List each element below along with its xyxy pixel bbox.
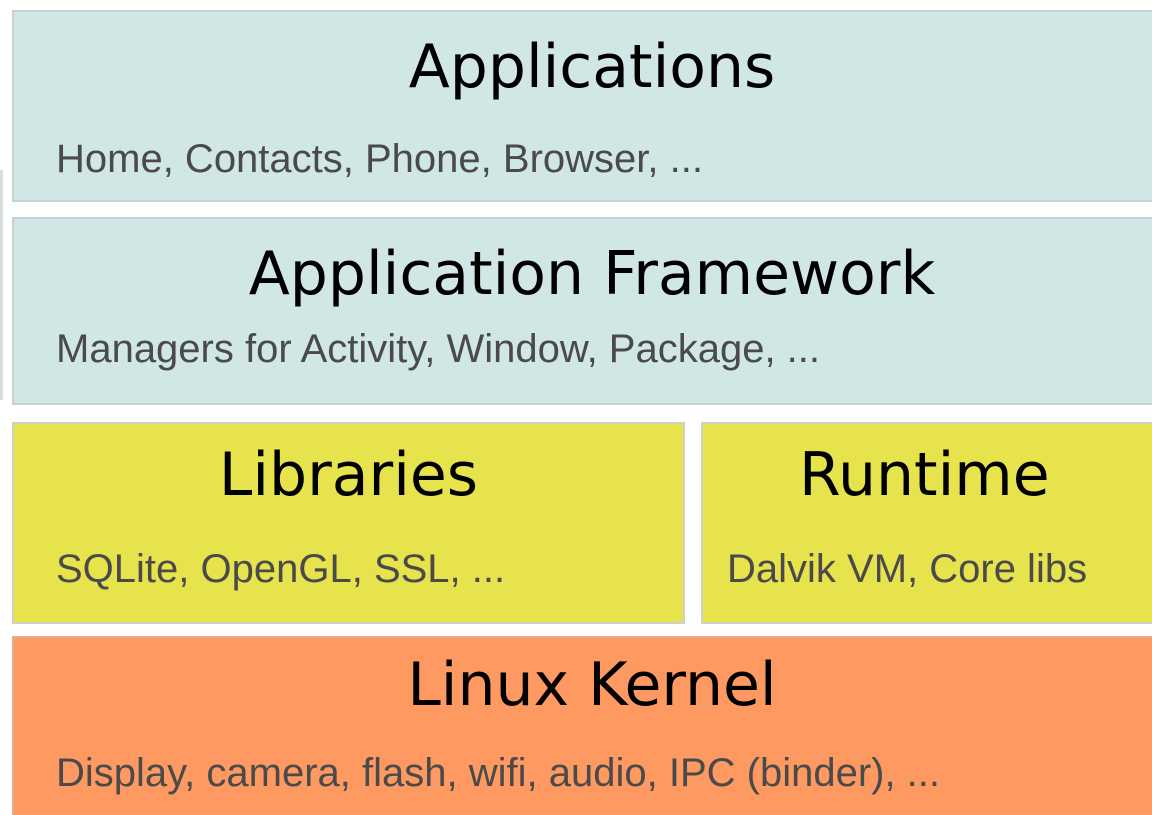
libraries-layer-description: SQLite, OpenGL, SSL, ... — [56, 547, 506, 591]
android-stack-diagram: Applications Home, Contacts, Phone, Brow… — [0, 0, 1152, 815]
libraries-layer: Libraries SQLite, OpenGL, SSL, ... — [12, 422, 685, 624]
applications-layer-description: Home, Contacts, Phone, Browser, ... — [56, 137, 703, 181]
runtime-layer: Runtime Dalvik VM, Core libs — [701, 422, 1152, 624]
application-framework-layer-title: Application Framework — [248, 239, 936, 309]
runtime-layer-title: Runtime — [799, 440, 1050, 510]
linux-kernel-layer-title: Linux Kernel — [407, 650, 777, 720]
linux-kernel-layer: Linux Kernel Display, camera, flash, wif… — [12, 636, 1152, 815]
linux-kernel-layer-description: Display, camera, flash, wifi, audio, IPC… — [56, 751, 941, 795]
applications-layer: Applications Home, Contacts, Phone, Brow… — [12, 10, 1152, 202]
application-framework-layer-description: Managers for Activity, Window, Package, … — [56, 327, 821, 371]
libraries-layer-title: Libraries — [218, 440, 479, 510]
runtime-layer-description: Dalvik VM, Core libs — [727, 547, 1088, 591]
applications-layer-title: Applications — [408, 32, 776, 102]
application-framework-layer: Application Framework Managers for Activ… — [12, 217, 1152, 405]
left-edge-divider — [0, 170, 3, 400]
